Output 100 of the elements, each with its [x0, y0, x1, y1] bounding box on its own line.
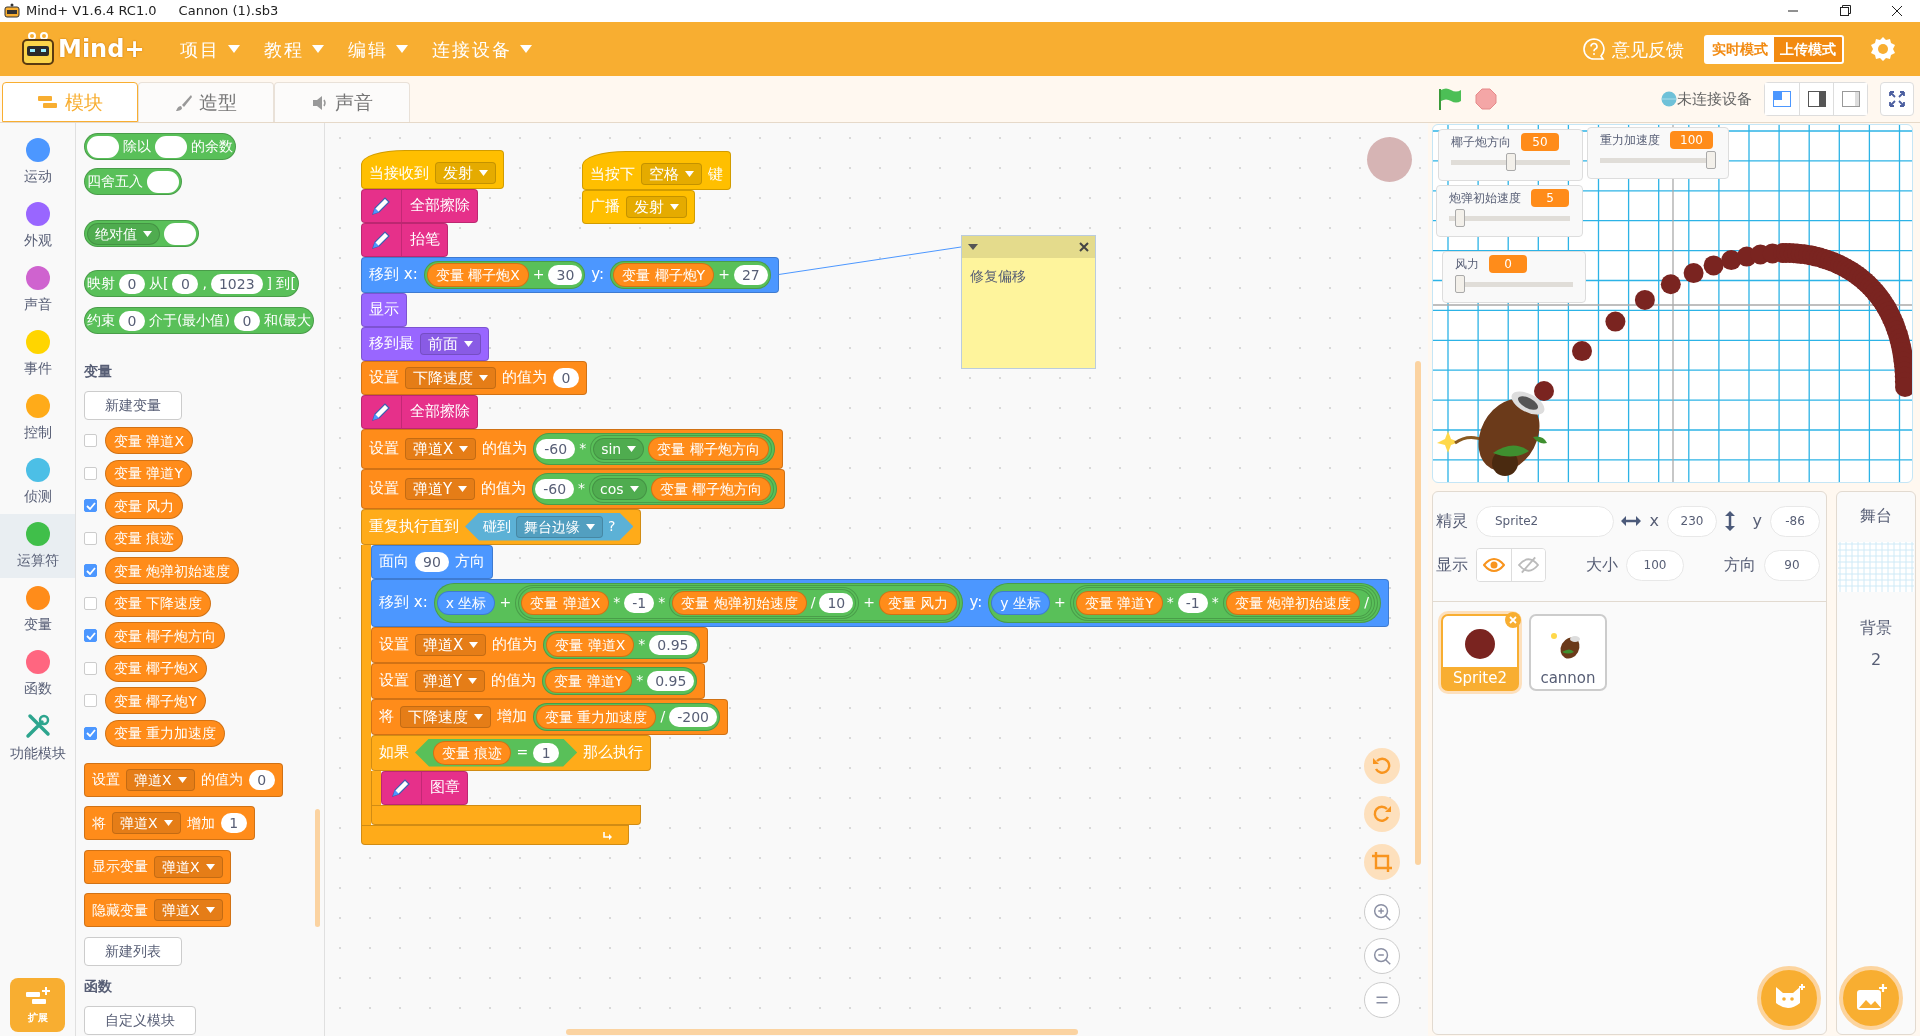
slider-thumb[interactable]: [1706, 151, 1716, 169]
variable-reporter[interactable]: 变量 弹道Y: [105, 459, 192, 487]
checkbox[interactable]: [84, 564, 97, 577]
dropdown[interactable]: 弹道X: [154, 855, 223, 878]
slider-thumb[interactable]: [1455, 275, 1465, 293]
close-icon[interactable]: [1079, 242, 1089, 252]
checkbox[interactable]: [84, 466, 97, 480]
code-block[interactable]: 移到最 前面: [361, 326, 489, 361]
reporter-block[interactable]: sin 变量 椰子炮方向: [590, 434, 772, 463]
direction-field[interactable]: 90: [1764, 549, 1820, 581]
category-item[interactable]: 变量: [0, 578, 75, 642]
dropdown[interactable]: sin: [593, 437, 645, 460]
number-input[interactable]: -1: [624, 592, 655, 613]
reporter-block[interactable]: 变量 炮弹初始速度: [1225, 590, 1361, 615]
code-block[interactable]: 移到 x: x 坐标 + 变量 弹道X * -1 * 变量 炮弹初始速度 / 10 + 变量 风力 y: y 坐标 + 变量 弹道Y * -1 * 变量 炮弹初始速度 /: [371, 578, 1389, 627]
code-block[interactable]: 全部擦除: [361, 188, 478, 223]
number-input[interactable]: -200: [669, 706, 717, 727]
reporter-block[interactable]: 变量 炮弹初始速度 /: [1222, 588, 1372, 617]
dropdown[interactable]: 舞台边缘: [516, 515, 603, 538]
number-input[interactable]: 90: [415, 551, 449, 572]
slider-thumb[interactable]: [1505, 153, 1516, 171]
category-item[interactable]: 外观: [0, 194, 75, 258]
reporter-block[interactable]: 变量 椰子炮Y: [613, 262, 715, 287]
reporter-block[interactable]: 变量 炮弹初始速度: [672, 590, 807, 615]
code-block[interactable]: 将 下降速度 增加 变量 重力加速度 / -200: [371, 698, 728, 735]
code-block[interactable]: 设置 弹道X 的值为 变量 弹道X * 0.95: [371, 626, 708, 663]
reporter-block[interactable]: 变量 炮弹初始速度 / 10: [669, 588, 857, 617]
fullscreen-button[interactable]: [1880, 82, 1914, 116]
reporter-block[interactable]: 除以 的余数: [84, 133, 236, 160]
code-block[interactable]: 面向 90 方向: [371, 544, 493, 579]
number-input[interactable]: 0: [119, 273, 145, 294]
code-block[interactable]: 全部擦除: [361, 394, 478, 429]
mode-tab[interactable]: 实时模式: [1706, 36, 1774, 62]
checkbox[interactable]: [84, 434, 97, 447]
checkbox[interactable]: [84, 694, 97, 707]
number-input[interactable]: 0: [233, 310, 260, 331]
editor-tab[interactable]: 声音: [274, 82, 410, 122]
variable-reporter[interactable]: 变量 痕迹: [105, 524, 184, 552]
code-block[interactable]: 图章: [381, 770, 468, 805]
checkbox[interactable]: [84, 596, 97, 610]
code-block[interactable]: 设置 弹道X 的值为 0: [84, 762, 283, 797]
reporter-block[interactable]: 变量 弹道Y: [545, 668, 633, 693]
show-button[interactable]: [1477, 549, 1511, 581]
code-block[interactable]: 设置 弹道Y 的值为 变量 弹道Y * 0.95: [371, 662, 706, 699]
new-variable-button[interactable]: 新建变量: [84, 391, 182, 420]
reporter-block[interactable]: 约束 0 介于(最小值) 0 和(最大: [84, 307, 315, 334]
code-block[interactable]: 显示: [361, 292, 407, 327]
number-input[interactable]: 0: [119, 310, 145, 331]
dropdown[interactable]: 前面: [420, 332, 481, 355]
editor-tab[interactable]: 造型: [138, 82, 274, 122]
variable-reporter[interactable]: 变量 重力加速度: [105, 719, 226, 747]
number-input[interactable]: -60: [536, 438, 576, 459]
code-block[interactable]: 设置 下降速度 的值为 0: [361, 360, 587, 395]
dropdown[interactable]: 下降速度: [400, 705, 491, 728]
number-input[interactable]: 0: [553, 367, 579, 388]
variable-reporter[interactable]: 变量 下降速度: [105, 589, 212, 617]
variable-reporter[interactable]: 变量 弹道X: [105, 427, 194, 454]
reporter-block[interactable]: 变量 椰子炮Y + 27: [610, 260, 771, 289]
new-list-button[interactable]: 新建列表: [84, 936, 182, 966]
reporter-block[interactable]: 变量 椰子炮X: [426, 262, 529, 287]
reporter-block[interactable]: 变量 椰子炮方向: [648, 436, 769, 461]
reporter-block[interactable]: 四舍五入: [84, 168, 182, 195]
stop-icon[interactable]: [1474, 87, 1498, 111]
category-item[interactable]: 侦测: [0, 450, 75, 514]
reporter-block[interactable]: x 坐标: [436, 590, 496, 615]
slider-thumb[interactable]: [1454, 209, 1465, 227]
code-block[interactable]: 设置 弹道Y 的值为 -60 * cos 变量 椰子炮方向: [361, 468, 786, 509]
settings-icon[interactable]: [1868, 34, 1898, 64]
variable-reporter[interactable]: 变量 椰子炮方向: [105, 622, 226, 649]
reporter-block[interactable]: 变量 痕迹: [433, 740, 512, 765]
checkbox[interactable]: [84, 499, 97, 512]
size-field[interactable]: 100: [1626, 549, 1684, 581]
category-item[interactable]: 控制: [0, 386, 75, 450]
code-block[interactable]: 抬笔: [361, 222, 448, 257]
reporter-block[interactable]: 变量 弹道X: [546, 632, 635, 657]
reporter-block[interactable]: -60 * cos 变量 椰子炮方向: [532, 472, 778, 505]
category-item[interactable]: 功能模块: [0, 706, 75, 770]
dropdown[interactable]: cos: [592, 477, 647, 500]
category-item[interactable]: 运算符: [0, 514, 75, 578]
reporter-block[interactable]: 映射 0 从[ 0 , 1023 ] 到[: [84, 270, 299, 297]
comment-note[interactable]: 修复偏移: [961, 235, 1096, 369]
dropdown[interactable]: 弹道X: [112, 812, 181, 834]
number-input[interactable]: 1023: [210, 273, 263, 294]
dropdown[interactable]: 弹道X: [126, 768, 195, 791]
reporter-block[interactable]: 变量 重力加速度 / -200: [533, 702, 720, 731]
boolean-block[interactable]: 变量 痕迹 = 1: [415, 738, 578, 767]
code-block[interactable]: 将 弹道X 增加 1: [84, 806, 255, 840]
y-field[interactable]: -86: [1770, 505, 1820, 537]
reporter-block[interactable]: 变量 弹道X * 0.95: [543, 630, 700, 659]
variable-reporter[interactable]: 变量 椰子炮Y: [105, 687, 206, 714]
sprite-name-field[interactable]: Sprite2: [1476, 505, 1614, 537]
boolean-block[interactable]: 碰到 舞台边缘 ?: [465, 512, 634, 541]
reporter-block[interactable]: 变量 椰子炮X + 30: [423, 260, 586, 289]
reporter-block[interactable]: 变量 重力加速度: [536, 704, 657, 729]
reporter-block[interactable]: y 坐标 + 变量 弹道Y * -1 * 变量 炮弹初始速度 /: [988, 582, 1381, 623]
category-item[interactable]: 运动: [0, 130, 75, 194]
code-block[interactable]: 如果 变量 痕迹 = 1 那么执行: [371, 734, 652, 771]
reporter-block[interactable]: 变量 弹道X * -1 * 变量 炮弹初始速度 / 10 + 变量 风力: [515, 584, 961, 621]
variable-reporter[interactable]: 变量 风力: [105, 492, 184, 519]
number-input[interactable]: 0.95: [647, 670, 695, 691]
